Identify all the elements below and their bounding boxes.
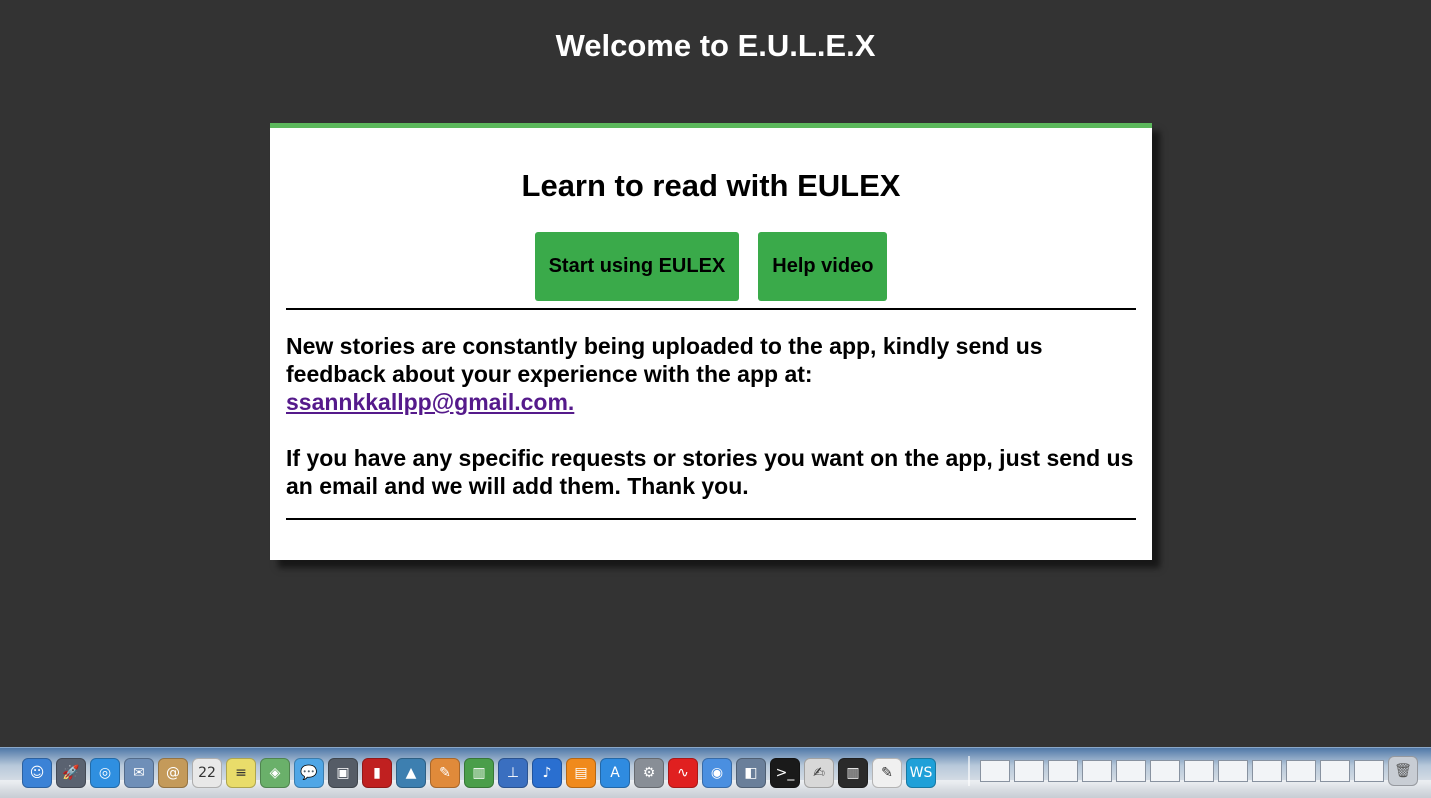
start-using-eulex-button[interactable]: Start using EULEX — [534, 232, 740, 301]
calendar-icon[interactable]: 22 — [192, 758, 222, 788]
messages-icon[interactable]: 💬 — [294, 758, 324, 788]
maps-icon[interactable]: ◈ — [260, 758, 290, 788]
page-title: Welcome to E.U.L.E.X — [555, 28, 876, 63]
top-divider — [286, 308, 1136, 310]
itunes-icon[interactable]: ♪ — [532, 758, 562, 788]
card-title: Learn to read with EULEX — [521, 168, 901, 203]
launchpad-icon[interactable]: 🚀 — [56, 758, 86, 788]
terminal-icon[interactable]: >_ — [770, 758, 800, 788]
email-link[interactable]: ssannkkallpp@gmail.com. — [286, 389, 574, 415]
trash-icon[interactable]: 🗑 — [1388, 756, 1418, 786]
help-video-button[interactable]: Help video — [758, 232, 888, 301]
notes-icon[interactable]: ≡ — [226, 758, 256, 788]
pages-icon[interactable]: ✎ — [430, 758, 460, 788]
webstorm-icon[interactable]: WS — [906, 758, 936, 788]
info-text: New stories are constantly being uploade… — [286, 332, 1136, 500]
dock-app-icons: ☺ 🚀 ◎ ✉ @22 ≡ ◈ 💬 ▣ ▮ ▲ ✎ ▥ ⊥ ♪ ▤ A ⚙ ∿ ◉ ◧ >_ ✍ ▥ ✎ WS — [22, 756, 936, 790]
photo-booth-icon[interactable]: ▮ — [362, 758, 392, 788]
chrome-icon[interactable]: ◉ — [702, 758, 732, 788]
system-preferences-icon[interactable]: ⚙ — [634, 758, 664, 788]
welcome-card: Learn to read with EULEX Start using EUL… — [270, 123, 1152, 560]
piano-icon[interactable]: ▥ — [838, 758, 868, 788]
feedback-text: New stories are constantly being uploade… — [286, 333, 1043, 387]
dock-separator — [968, 756, 970, 786]
window-thumbnail[interactable] — [1354, 760, 1384, 782]
keynote-icon[interactable]: ⊥ — [498, 758, 528, 788]
ibooks-icon[interactable]: ▤ — [566, 758, 596, 788]
window-thumbnail[interactable] — [1150, 760, 1180, 782]
feedback-paragraph: New stories are constantly being uploade… — [286, 332, 1136, 416]
contacts-icon[interactable]: @ — [158, 758, 188, 788]
button-row: Start using EULEX Help video — [270, 232, 1152, 301]
window-thumbnail[interactable] — [1320, 760, 1350, 782]
window-thumbnail[interactable] — [1082, 760, 1112, 782]
airtel-icon[interactable]: ∿ — [668, 758, 698, 788]
dock-minimized-windows: 🗑 — [962, 756, 1418, 786]
window-thumbnail[interactable] — [1048, 760, 1078, 782]
textedit-icon[interactable]: ✎ — [872, 758, 902, 788]
script-editor-icon[interactable]: ✍ — [804, 758, 834, 788]
numbers-icon[interactable]: ▥ — [464, 758, 494, 788]
document-thumbnail[interactable] — [980, 760, 1010, 782]
app-store-icon[interactable]: A — [600, 758, 630, 788]
iphoto-icon[interactable]: ▲ — [396, 758, 426, 788]
facetime-icon[interactable]: ▣ — [328, 758, 358, 788]
requests-paragraph: If you have any specific requests or sto… — [286, 445, 1134, 499]
bottom-divider — [286, 518, 1136, 520]
window-thumbnail[interactable] — [1116, 760, 1146, 782]
window-thumbnail[interactable] — [1218, 760, 1248, 782]
window-thumbnail[interactable] — [1014, 760, 1044, 782]
preview-icon[interactable]: ◧ — [736, 758, 766, 788]
window-thumbnail[interactable] — [1184, 760, 1214, 782]
finder-icon[interactable]: ☺ — [22, 758, 52, 788]
mail-stamp-icon[interactable]: ✉ — [124, 758, 154, 788]
safari-icon[interactable]: ◎ — [90, 758, 120, 788]
window-thumbnail[interactable] — [1286, 760, 1316, 782]
dock: ☺ 🚀 ◎ ✉ @22 ≡ ◈ 💬 ▣ ▮ ▲ ✎ ▥ ⊥ ♪ ▤ A ⚙ ∿ ◉ ◧ >_ ✍ ▥ ✎ WS 🗑 — [0, 747, 1431, 798]
window-thumbnail[interactable] — [1252, 760, 1282, 782]
